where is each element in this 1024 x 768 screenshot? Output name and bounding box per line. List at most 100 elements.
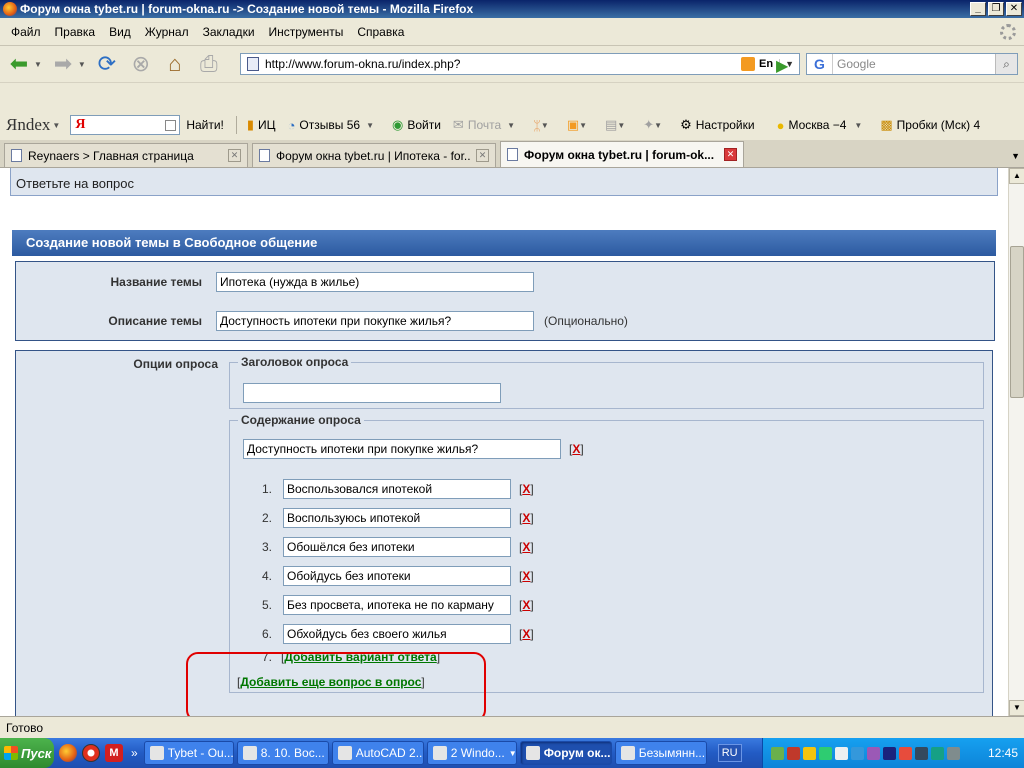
weather-dropdown-icon[interactable]: ▼ xyxy=(854,121,862,130)
tray-app-icon[interactable] xyxy=(819,746,832,760)
start-button[interactable]: Пуск xyxy=(0,738,54,768)
yandex-find-button[interactable]: Найти! xyxy=(186,118,224,132)
yandex-logo[interactable]: Яndex xyxy=(6,115,50,135)
menu-edit[interactable]: Правка xyxy=(48,25,103,39)
yandex-traffic-button[interactable]: ▩ Пробки (Мск) 4 xyxy=(880,117,980,133)
photos-dropdown-icon[interactable]: ▼ xyxy=(617,121,625,130)
remove-choice-button[interactable]: [X] xyxy=(519,627,534,641)
yandex-search-checkbox[interactable] xyxy=(165,119,177,131)
menu-bookmarks[interactable]: Закладки xyxy=(196,25,262,39)
yandex-photos-button[interactable]: ▤ ▼ xyxy=(605,117,631,133)
yandex-search-input[interactable]: Я xyxy=(70,115,181,135)
menu-view[interactable]: Вид xyxy=(102,25,138,39)
topic-desc-input[interactable]: Доступность ипотеки при покупке жилья? xyxy=(216,311,534,331)
money-dropdown-icon[interactable]: ▼ xyxy=(541,121,549,130)
tab-ipoteka[interactable]: Форум окна tybet.ru | Ипотека - for... ✕ xyxy=(252,143,496,167)
yandex-money-button[interactable]: ᛯ ▼ xyxy=(533,118,555,133)
home-button[interactable]: ⌂ xyxy=(160,49,190,79)
remove-question-button[interactable]: [X] xyxy=(569,442,584,456)
close-window-button[interactable]: ✕ xyxy=(1006,2,1022,16)
tab-reynaers[interactable]: Reynaers > Главная страница ✕ xyxy=(4,143,248,167)
remove-choice-button[interactable]: [X] xyxy=(519,511,534,525)
yandex-bookmarks-button[interactable]: ✦ ▼ xyxy=(643,117,668,133)
minimize-button[interactable]: _ xyxy=(970,2,986,16)
vertical-scrollbar[interactable]: ▲ ▼ xyxy=(1008,168,1024,716)
tray-app-icon[interactable] xyxy=(899,746,912,760)
choice-input[interactable]: Без просвета, ипотека не по карману xyxy=(283,595,511,615)
menu-history[interactable]: Журнал xyxy=(138,25,196,39)
poll-title-input[interactable] xyxy=(243,383,501,403)
search-box[interactable]: G Google ⌕ xyxy=(806,53,1018,75)
opera-quicklaunch-icon[interactable] xyxy=(82,744,100,762)
reload-button[interactable]: ⟳ xyxy=(92,49,122,79)
menu-tools[interactable]: Инструменты xyxy=(262,25,351,39)
taskbar-item[interactable]: 8. 10. Вос... xyxy=(236,741,329,765)
remove-choice-button[interactable]: [X] xyxy=(519,540,534,554)
close-tab-icon[interactable]: ✕ xyxy=(228,149,241,162)
choice-input[interactable]: Воспользовался ипотекой xyxy=(283,479,511,499)
forward-history-dropdown-icon[interactable]: ▼ xyxy=(78,60,86,69)
clock[interactable]: 12:45 xyxy=(988,746,1018,760)
yandex-reviews-button[interactable]: ◔ Отзывы 56 ▼ xyxy=(288,118,380,133)
taskbar-item[interactable]: Tybet - Ou... xyxy=(143,741,234,765)
choice-input[interactable]: Обошёлся без ипотеки xyxy=(283,537,511,557)
tray-app-icon[interactable] xyxy=(947,746,960,760)
address-url[interactable]: http://www.forum-okna.ru/index.php? xyxy=(265,57,741,71)
firefox-quicklaunch-icon[interactable] xyxy=(59,744,77,762)
stop-button[interactable]: ⊗ xyxy=(126,49,156,79)
topic-title-input[interactable]: Ипотека (нужда в жилье) xyxy=(216,272,534,292)
taskbar-item[interactable]: 2 Windo... ▼ xyxy=(426,741,517,765)
address-bar[interactable]: http://www.forum-okna.ru/index.php? En ▼ xyxy=(240,53,800,75)
forward-button[interactable]: ➡ xyxy=(48,49,78,79)
remove-choice-button[interactable]: [X] xyxy=(519,598,534,612)
search-input[interactable]: Google xyxy=(833,57,995,71)
yandex-mail-button[interactable]: ✉ Почта ▼ xyxy=(453,117,521,133)
yandex-ic-button[interactable]: ▮ ИЦ xyxy=(247,117,276,133)
menu-file[interactable]: Файл xyxy=(4,25,48,39)
taskbar-item[interactable]: AutoCAD 2... xyxy=(331,741,424,765)
choice-input[interactable]: Воспользуюсь ипотекой xyxy=(283,508,511,528)
tray-app-icon[interactable] xyxy=(851,746,864,760)
language-indicator[interactable]: En xyxy=(759,58,773,70)
bookmarks-dropdown-icon[interactable]: ▼ xyxy=(654,121,662,130)
back-button[interactable]: ⬅ xyxy=(4,49,34,79)
maximize-button[interactable]: ❐ xyxy=(988,2,1004,16)
close-tab-icon[interactable]: ✕ xyxy=(476,149,489,162)
yandex-menu-dropdown-icon[interactable]: ▼ xyxy=(52,121,60,130)
remove-choice-button[interactable]: [X] xyxy=(519,569,534,583)
close-tab-icon[interactable]: ✕ xyxy=(724,148,737,161)
taskbar-item-active[interactable]: Форум ок... xyxy=(519,741,612,765)
yandex-rss-button[interactable]: ▣ ▼ xyxy=(567,117,593,133)
reviews-dropdown-icon[interactable]: ▼ xyxy=(366,121,374,130)
search-engine-icon[interactable]: G xyxy=(807,54,833,74)
yandex-weather-button[interactable]: ● Москва −4 ▼ xyxy=(777,118,869,133)
scroll-up-icon[interactable]: ▲ xyxy=(1009,168,1024,184)
mail-quicklaunch-icon[interactable]: M xyxy=(105,744,123,762)
menu-help[interactable]: Справка xyxy=(350,25,411,39)
tray-app-icon[interactable] xyxy=(867,746,880,760)
rss-feed-icon[interactable] xyxy=(741,57,756,71)
language-indicator-ru[interactable]: RU xyxy=(717,744,742,762)
print-button[interactable]: ⎙ xyxy=(194,49,224,79)
search-icon[interactable]: ⌕ xyxy=(995,54,1017,74)
remove-choice-button[interactable]: [X] xyxy=(519,482,534,496)
tray-app-icon[interactable] xyxy=(771,746,784,760)
tray-app-icon[interactable] xyxy=(931,746,944,760)
go-button-icon[interactable]: ▶ xyxy=(776,56,788,76)
yandex-login-button[interactable]: ◉ Войти xyxy=(392,117,441,133)
tray-app-icon[interactable] xyxy=(883,746,896,760)
scrollbar-thumb[interactable] xyxy=(1010,246,1024,398)
quicklaunch-more-icon[interactable]: » xyxy=(131,746,138,760)
scroll-down-icon[interactable]: ▼ xyxy=(1009,700,1024,716)
rss-dropdown-icon[interactable]: ▼ xyxy=(579,121,587,130)
tray-app-icon[interactable] xyxy=(803,746,816,760)
yandex-settings-button[interactable]: ⚙ Настройки xyxy=(680,117,755,133)
taskbar-item[interactable]: Безымянн... xyxy=(614,741,707,765)
back-history-dropdown-icon[interactable]: ▼ xyxy=(34,60,42,69)
tab-list-dropdown-icon[interactable]: ▼ xyxy=(1011,151,1020,161)
choice-input[interactable]: Обойдусь без ипотеки xyxy=(283,566,511,586)
tray-network-icon[interactable] xyxy=(835,746,848,760)
mail-dropdown-icon[interactable]: ▼ xyxy=(507,121,515,130)
tray-app-icon[interactable] xyxy=(915,746,928,760)
poll-question-input[interactable]: Доступность ипотеки при покупке жилья? xyxy=(243,439,561,459)
